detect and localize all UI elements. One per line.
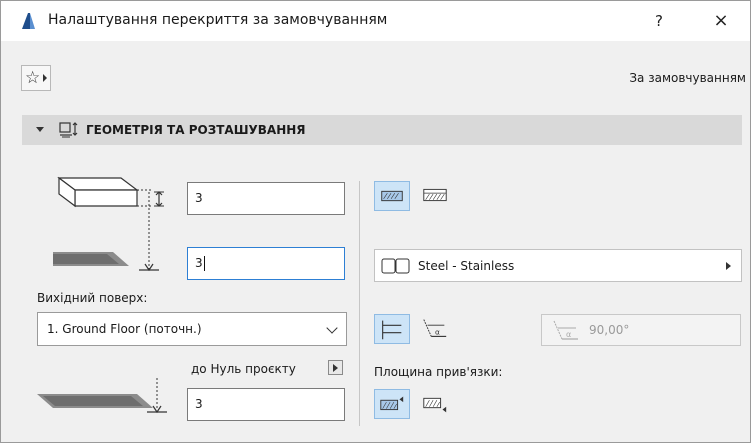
perpendicular-edge-toggle[interactable] <box>374 314 410 344</box>
window-title: Налаштування перекриття за замовчуванням <box>48 12 388 28</box>
title-bar[interactable]: Налаштування перекриття за замовчуванням… <box>1 1 750 41</box>
reference-plane-bottom-icon <box>423 397 447 413</box>
composite-structure-toggle[interactable] <box>418 181 454 211</box>
perpendicular-edge-icon <box>382 320 402 340</box>
text-caret <box>203 256 205 271</box>
composite-structure-icon <box>423 188 447 202</box>
building-material-selector[interactable]: Steel - Stainless <box>374 249 742 282</box>
geometry-section-header[interactable]: ГЕОМЕТРІЯ ТА РОЗТАШУВАННЯ <box>22 115 742 145</box>
reference-level-popup-button[interactable] <box>328 360 343 375</box>
home-story-label: Вихідний поверх: <box>37 291 148 305</box>
slab-default-settings-dialog: Налаштування перекриття за замовчуванням… <box>0 0 751 443</box>
section-title: ГЕОМЕТРІЯ ТА РОЗТАШУВАННЯ <box>86 123 306 137</box>
home-story-selected-value: 1. Ground Floor (поточн.) <box>47 322 202 336</box>
project-zero-reference-icon <box>37 378 167 414</box>
slab-offset-value: 3 <box>195 256 203 270</box>
triangle-right-icon <box>43 74 47 82</box>
favorites-button[interactable]: ☆ <box>21 65 51 91</box>
basic-structure-icon <box>381 190 403 202</box>
collapse-arrow-icon <box>36 127 44 132</box>
basic-structure-toggle[interactable] <box>374 181 410 211</box>
triangle-right-icon <box>726 262 731 270</box>
reference-plane-top-icon <box>380 396 404 411</box>
material-name: Steel - Stainless <box>418 259 515 273</box>
svg-text:α: α <box>435 328 440 337</box>
help-button[interactable]: ? <box>646 7 672 35</box>
default-settings-label: За замовчуванням <box>629 71 746 85</box>
reference-plane-bottom-toggle[interactable] <box>418 389 454 419</box>
edge-angle-value: 90,00° <box>589 323 630 337</box>
reference-plane-top-toggle[interactable] <box>374 389 410 419</box>
home-story-dropdown[interactable]: 1. Ground Floor (поточн.) <box>37 312 347 346</box>
project-zero-offset-field[interactable]: 3 <box>187 388 345 421</box>
custom-angle-edge-toggle[interactable]: α <box>418 314 454 344</box>
slab-thickness-offset-icon <box>53 176 164 272</box>
reference-plane-label: Площина прив'язки: <box>374 365 503 379</box>
star-icon: ☆ <box>25 68 41 88</box>
angled-edge-icon: α <box>423 319 447 337</box>
chevron-down-icon <box>326 322 338 334</box>
slab-thickness-field[interactable]: 3 <box>187 182 345 215</box>
edge-angle-field: α 90,00° <box>541 314 741 346</box>
project-zero-label: до Нуль проєкту <box>191 362 296 376</box>
angle-icon: α <box>553 320 578 340</box>
geometry-positioning-icon <box>59 122 78 138</box>
slab-offset-field[interactable]: 3 <box>187 247 345 280</box>
archicad-app-icon <box>22 13 35 29</box>
material-swatch-icon <box>381 258 410 274</box>
triangle-right-icon <box>333 364 338 372</box>
close-button[interactable]: × <box>707 7 735 35</box>
column-divider <box>359 181 360 426</box>
svg-text:α: α <box>566 330 571 339</box>
